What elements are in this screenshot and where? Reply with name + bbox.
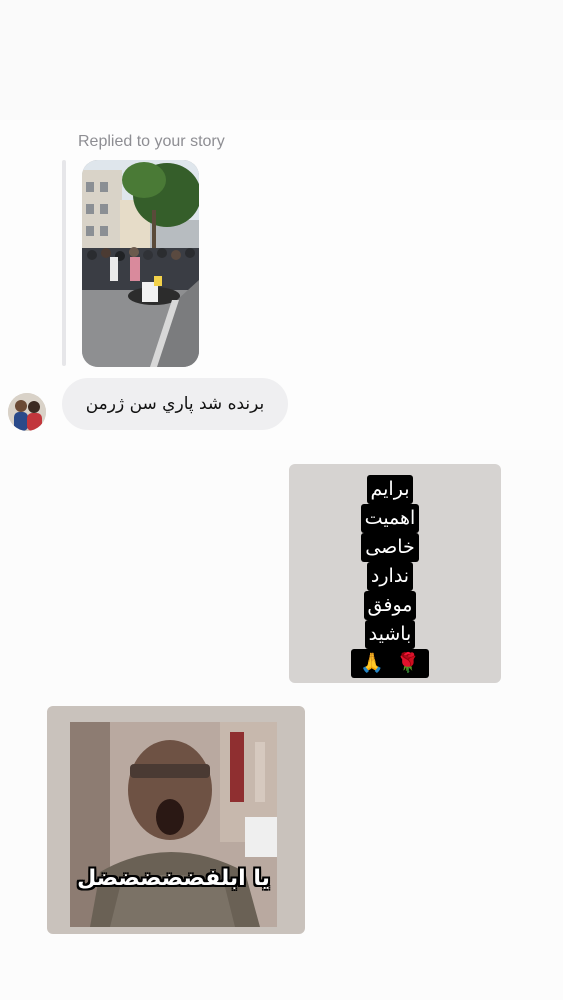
sticker-1-emoji-row: 🙏 🌹 [351,649,429,678]
sticker-1-line: اهميت [360,504,420,533]
sticker-1-text: برايم اهميت خاصی ندارد موفق باشيد 🙏 🌹 [351,475,429,678]
top-spacer [0,0,563,120]
rose-emoji-icon: 🌹 [392,649,424,678]
replied-to-story-label: Replied to your story [78,133,225,150]
incoming-message-text: برنده شد پاري سن ژرمن [85,394,265,414]
sticker-1-line: باشيد [364,620,416,649]
shouting-man-video-icon [70,722,277,927]
pray-emoji-icon: 🙏 [356,649,388,678]
reaction-video-frame[interactable] [70,722,277,927]
sticker-1-line: برايم [366,475,414,504]
sticker-1-line: ندارد [366,562,414,591]
sticker-1-line: خاصی [361,533,419,562]
story-thumbnail[interactable] [82,160,199,367]
reply-quote-bar [62,160,66,366]
avatar[interactable] [8,393,46,431]
sticker-2-caption: يا ابلفضضضضضل [77,866,270,891]
sticker-1-line: موفق [363,591,417,620]
street-crowd-photo-icon [82,160,199,367]
incoming-message-bubble[interactable]: برنده شد پاري سن ژرمن [62,378,288,430]
user-avatar-photo-icon [8,393,46,431]
